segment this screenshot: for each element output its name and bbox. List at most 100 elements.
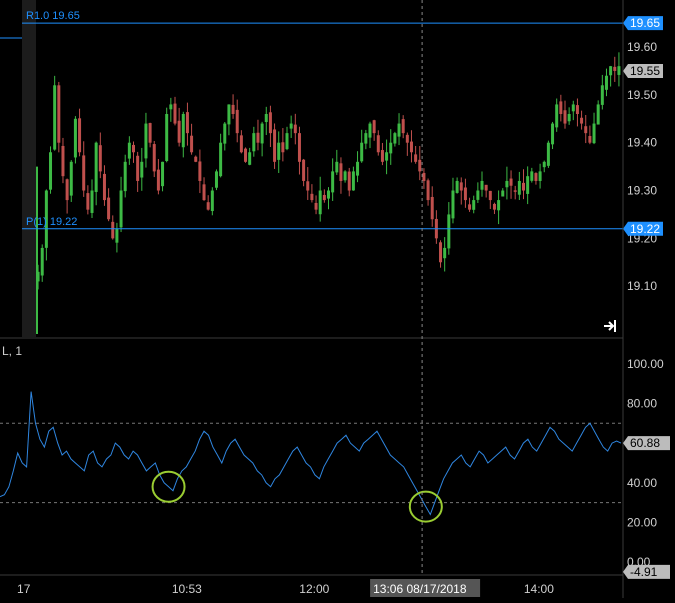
candle-body (244, 148, 248, 162)
candle-body (90, 190, 94, 213)
candle-body (604, 75, 608, 90)
candle-body (517, 180, 521, 195)
candle-body (546, 142, 550, 166)
candle-body (281, 142, 285, 153)
candle-body (559, 101, 563, 114)
candle-body (214, 171, 218, 188)
candle-body (49, 152, 53, 190)
candle-body (144, 123, 148, 159)
candle-body (331, 171, 335, 193)
candle-body (86, 193, 90, 210)
candle-body (231, 104, 235, 114)
candle-body (127, 142, 131, 159)
candle-body (181, 114, 185, 148)
candle-body (439, 242, 443, 263)
candle-body (418, 159, 422, 172)
candle-body (600, 85, 604, 105)
candle-body (302, 159, 306, 181)
chart-window: R1.0 19.65 P(1) 19.22 19.10 19.20 19.30 19.… (0, 0, 675, 598)
candle-body (285, 133, 289, 150)
candle-body (555, 104, 559, 128)
candle-body (588, 135, 592, 143)
candle-body (571, 104, 575, 112)
candle-body (592, 123, 596, 144)
candle-body (53, 85, 57, 150)
rsi-tick-label: 20.00 (627, 515, 657, 529)
candle-body (505, 180, 509, 188)
candle-body (385, 152, 389, 161)
candle-body (40, 247, 44, 276)
rsi-min-badge: -4.91 (630, 565, 658, 579)
candle-body (538, 171, 542, 181)
candle-body (613, 66, 617, 71)
candle-body (115, 228, 119, 243)
candle-body (356, 161, 360, 176)
candle-body (185, 112, 189, 134)
cursor-time-label: 13:06 08/17/2018 (370, 579, 481, 597)
candle-body (584, 126, 588, 134)
candle-body (347, 171, 351, 191)
candle-body (165, 114, 169, 162)
candle-body (123, 161, 127, 192)
candle-body (542, 161, 546, 168)
candle-body (202, 184, 206, 201)
candle-body (563, 110, 567, 124)
candle-body (335, 161, 339, 173)
pivot-level-label: P(1) 19.22 (26, 216, 77, 228)
candle-body (596, 104, 600, 125)
candle-body (314, 202, 318, 210)
candle-body (364, 133, 368, 144)
candle-body (102, 173, 106, 201)
candle-body (551, 123, 555, 145)
candle-body (94, 142, 98, 192)
candle-body (401, 119, 405, 134)
candle-body (430, 196, 434, 220)
candle-body (173, 103, 177, 124)
candle-body (414, 154, 418, 162)
candle-body (451, 190, 455, 219)
candle-body (389, 142, 393, 154)
r1-price-badge: 19.65 (630, 16, 660, 30)
left-gutter (22, 0, 36, 337)
candle-body (152, 144, 156, 172)
candle-body (409, 141, 413, 153)
candle-body (405, 134, 409, 143)
candle-body (69, 161, 73, 196)
time-tick-label: 17 (17, 582, 31, 596)
candle-body (472, 200, 476, 210)
candle-body (82, 155, 86, 191)
candle-body (501, 190, 505, 197)
candle-body (609, 66, 613, 76)
candle-body (455, 180, 459, 193)
candle-body (161, 161, 165, 187)
candle-body (140, 161, 144, 178)
price-tick-label: 19.10 (627, 279, 657, 293)
candle-body (206, 202, 210, 210)
candle-body (480, 180, 484, 190)
candle-body (522, 182, 525, 191)
price-tick-label: 19.30 (627, 184, 657, 198)
candle-body (327, 190, 330, 199)
candle-body (468, 204, 472, 210)
cursor-time-text: 13:06 08/17/2018 (373, 582, 467, 596)
candle-body (289, 123, 293, 129)
candle-body (351, 171, 355, 191)
candle-body (360, 142, 364, 162)
candle-body (73, 118, 77, 158)
candle-body (239, 135, 243, 153)
candle-body (443, 247, 447, 259)
candle-body (136, 155, 140, 181)
candle-body (526, 176, 530, 194)
candle-body (264, 114, 268, 123)
candle-body (293, 124, 297, 134)
candle-body (223, 123, 227, 144)
candle-body (148, 123, 152, 143)
candle-body (219, 142, 223, 177)
last-price-badge: 19.55 (630, 64, 660, 78)
time-tick-label: 14:00 (524, 582, 554, 596)
candle-body (297, 133, 301, 162)
candle-body (343, 171, 347, 181)
time-tick-label: 12:00 (299, 582, 329, 596)
candle-body (339, 163, 343, 181)
candle-body (575, 105, 579, 114)
